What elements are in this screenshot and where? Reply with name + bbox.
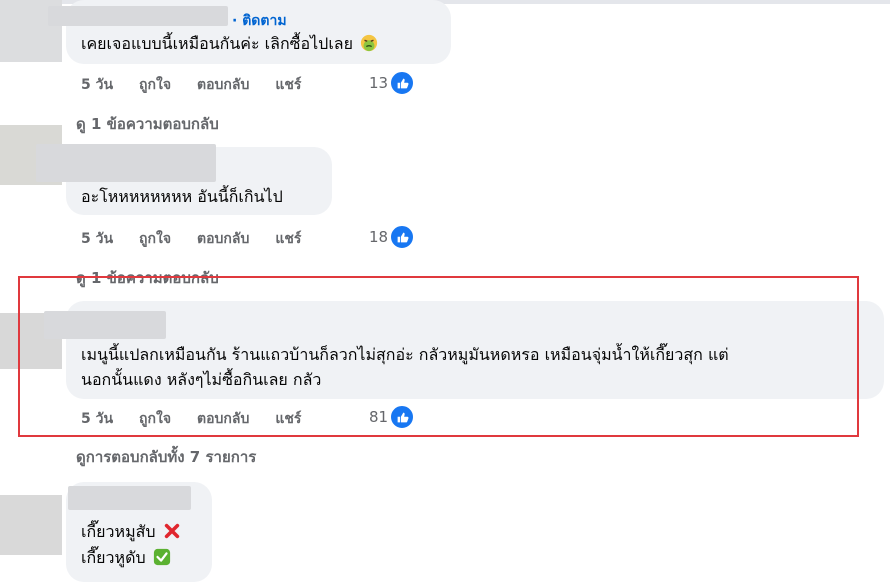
comment-age: 5 วัน (81, 231, 114, 247)
comment-actions: 5 วัน ถูกใจ ตอบกลับ แชร์ (81, 228, 327, 250)
share-button[interactable]: แชร์ (275, 74, 301, 96)
reaction-count: 13 (369, 74, 389, 92)
comment-text-line: เกี๊ยวหมูสับ (81, 520, 181, 544)
follow-link[interactable]: · ติดตาม (232, 9, 287, 33)
like-button[interactable]: ถูกใจ (139, 228, 171, 250)
reply-button[interactable]: ตอบกลับ (197, 74, 249, 96)
comment-bubble: เกี๊ยวหมูสับ เกี๊ยวหูดับ (66, 482, 212, 582)
check-mark-button-icon (153, 548, 170, 566)
commenter-name[interactable] (48, 6, 228, 26)
comment-text: อะโหหหหหหหห อันนี้ก็เกินไป (81, 187, 283, 206)
reply-button[interactable]: ตอบกลับ (197, 228, 249, 250)
cross-mark-icon (164, 523, 179, 539)
nauseated-face-icon (360, 34, 378, 52)
share-button[interactable]: แชร์ (275, 228, 301, 250)
comment-actions: 5 วัน ถูกใจ ตอบกลับ แชร์ (81, 74, 327, 96)
reaction-summary[interactable]: 18 (369, 225, 415, 249)
comment-text-line: เกี๊ยวหูดับ (81, 546, 171, 570)
comment-text: เคยเจอแบบนี้เหมือนกันค่ะ เลิกซื้อไปเลย (81, 32, 378, 56)
highlight-box (18, 276, 859, 437)
comment-bubble: อะโหหหหหหหห อันนี้ก็เกินไป (36, 144, 332, 215)
comment-age: 5 วัน (81, 77, 114, 93)
commenter-name[interactable] (68, 486, 191, 510)
view-replies-link[interactable]: ดู 1 ข้อความตอบกลับ (76, 112, 219, 136)
like-button[interactable]: ถูกใจ (139, 74, 171, 96)
commenter-name[interactable] (36, 144, 216, 182)
thumbs-up-icon (390, 225, 415, 249)
view-replies-link[interactable]: ดูการตอบกลับทั้ง 7 รายการ (76, 445, 256, 469)
avatar[interactable] (0, 495, 62, 555)
comment-bubble: · ติดตาม เคยเจอแบบนี้เหมือนกันค่ะ เลิกซื… (48, 0, 451, 64)
reaction-count: 18 (369, 228, 389, 246)
thumbs-up-icon (390, 71, 415, 95)
reaction-summary[interactable]: 13 (369, 71, 415, 95)
